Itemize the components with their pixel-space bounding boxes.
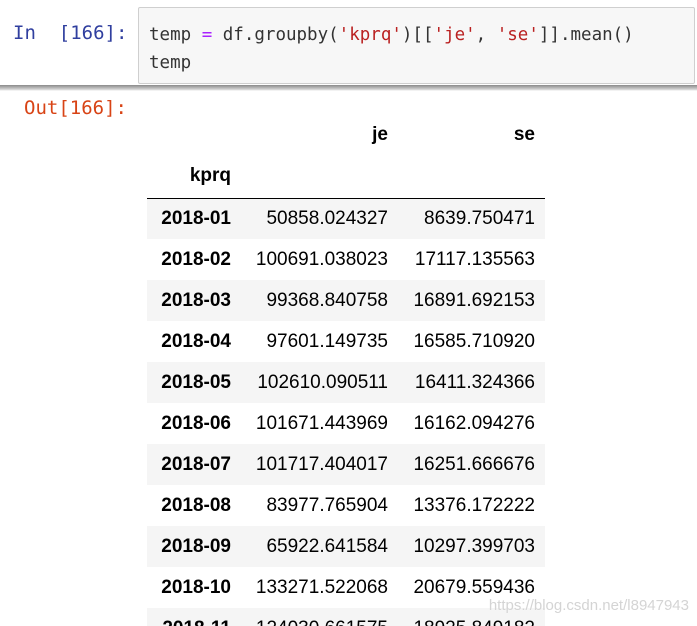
table-row: 2018-08 83977.765904 13376.172222: [147, 485, 545, 526]
column-header-je: je: [372, 123, 388, 145]
cell-se: 16891.692153: [413, 289, 535, 311]
code-token: =: [201, 25, 213, 45]
table-row: 2018-02 100691.038023 17117.135563: [147, 239, 545, 280]
table-row: 2018-09 65922.641584 10297.399703: [147, 526, 545, 567]
row-index: 2018-03: [161, 289, 231, 311]
table-row: 2018-10 133271.522068 20679.559436: [147, 567, 545, 608]
code-line-2: temp: [149, 53, 192, 73]
row-index: 2018-11: [147, 608, 241, 626]
column-header-se: se: [513, 123, 535, 145]
row-index: 2018-08: [161, 494, 231, 516]
cell-je: 124030.661575: [241, 608, 398, 626]
index-name: kprq: [189, 165, 231, 187]
code-token: df.groupby(: [212, 25, 339, 45]
code-editor[interactable]: temp = df.groupby('kprq')[['je', 'se']].…: [138, 7, 695, 84]
row-index: 2018-06: [161, 412, 231, 434]
code-token: 'kprq': [338, 25, 402, 45]
cell-je: 133271.522068: [255, 576, 388, 598]
cell-je: 99368.840758: [266, 289, 388, 311]
table-row: 2018-11124030.66157518925.849182: [147, 608, 545, 626]
cell-divider: [0, 85, 697, 91]
cell-je: 101717.404017: [255, 453, 388, 475]
code-token: )[[: [401, 25, 434, 45]
cell-je: 100691.038023: [255, 248, 388, 270]
row-index: 2018-01: [161, 207, 231, 229]
cell-je: 102610.090511: [257, 371, 388, 393]
cell-je: 101671.443969: [255, 412, 388, 434]
cell-se: 10297.399703: [413, 535, 535, 557]
dataframe-table: je se kprq 2018-01 50858.024327 8639.75047…: [147, 114, 545, 626]
input-prompt: In [166]:: [13, 22, 128, 44]
table-row: 2018-01 50858.024327 8639.750471: [147, 198, 545, 239]
output-prompt: Out[166]:: [24, 97, 127, 119]
row-index: 2018-10: [161, 576, 231, 598]
table-row: 2018-06 101671.443969 16162.094276: [147, 403, 545, 444]
header-blank: [147, 114, 241, 155]
code-token: 'je': [433, 25, 476, 45]
header-blank: [241, 155, 398, 198]
column-header-row: je se: [147, 114, 545, 155]
row-index: 2018-09: [161, 535, 231, 557]
output-area: je se kprq 2018-01 50858.024327 8639.75047…: [147, 114, 547, 626]
cell-se: 16411.324366: [414, 371, 535, 393]
row-index: 2018-05: [161, 371, 231, 393]
code-token: ]].mean(): [538, 25, 634, 45]
code-token: ,: [475, 25, 497, 45]
code-token: 'se': [496, 25, 539, 45]
row-index: 2018-02: [161, 248, 231, 270]
cell-je: 83977.765904: [266, 494, 388, 516]
header-blank: [398, 155, 545, 198]
table-row: 2018-07 101717.404017 16251.666676: [147, 444, 545, 485]
cell-se: 13376.172222: [413, 494, 535, 516]
cell-se: 16585.710920: [413, 330, 535, 352]
cell-se: 16162.094276: [413, 412, 535, 434]
code-line-1: temp = df.groupby('kprq')[['je', 'se']].…: [149, 21, 694, 49]
table-row: 2018-04 97601.149735 16585.710920: [147, 321, 545, 362]
cell-je: 50858.024327: [266, 207, 388, 229]
table-row: 2018-03 99368.840758 16891.692153: [147, 280, 545, 321]
cell-je: 97601.149735: [266, 330, 388, 352]
table-row: 2018-05 102610.090511 16411.324366: [147, 362, 545, 403]
row-index: 2018-07: [161, 453, 231, 475]
code-token: temp: [149, 25, 202, 45]
table-body: 2018-01 50858.024327 8639.750471 2018-02 100…: [147, 198, 545, 626]
cell-je: 65922.641584: [266, 535, 388, 557]
input-cell[interactable]: In [166]: temp = df.groupby('kprq')[['je…: [0, 0, 697, 92]
watermark: https://blog.csdn.net/l8947943: [488, 597, 689, 614]
cell-se: 17117.135563: [414, 248, 535, 270]
cell-se: 8639.750471: [424, 207, 535, 229]
row-index: 2018-04: [161, 330, 231, 352]
cell-se: 16251.666676: [413, 453, 535, 475]
index-name-row: kprq: [147, 155, 545, 198]
